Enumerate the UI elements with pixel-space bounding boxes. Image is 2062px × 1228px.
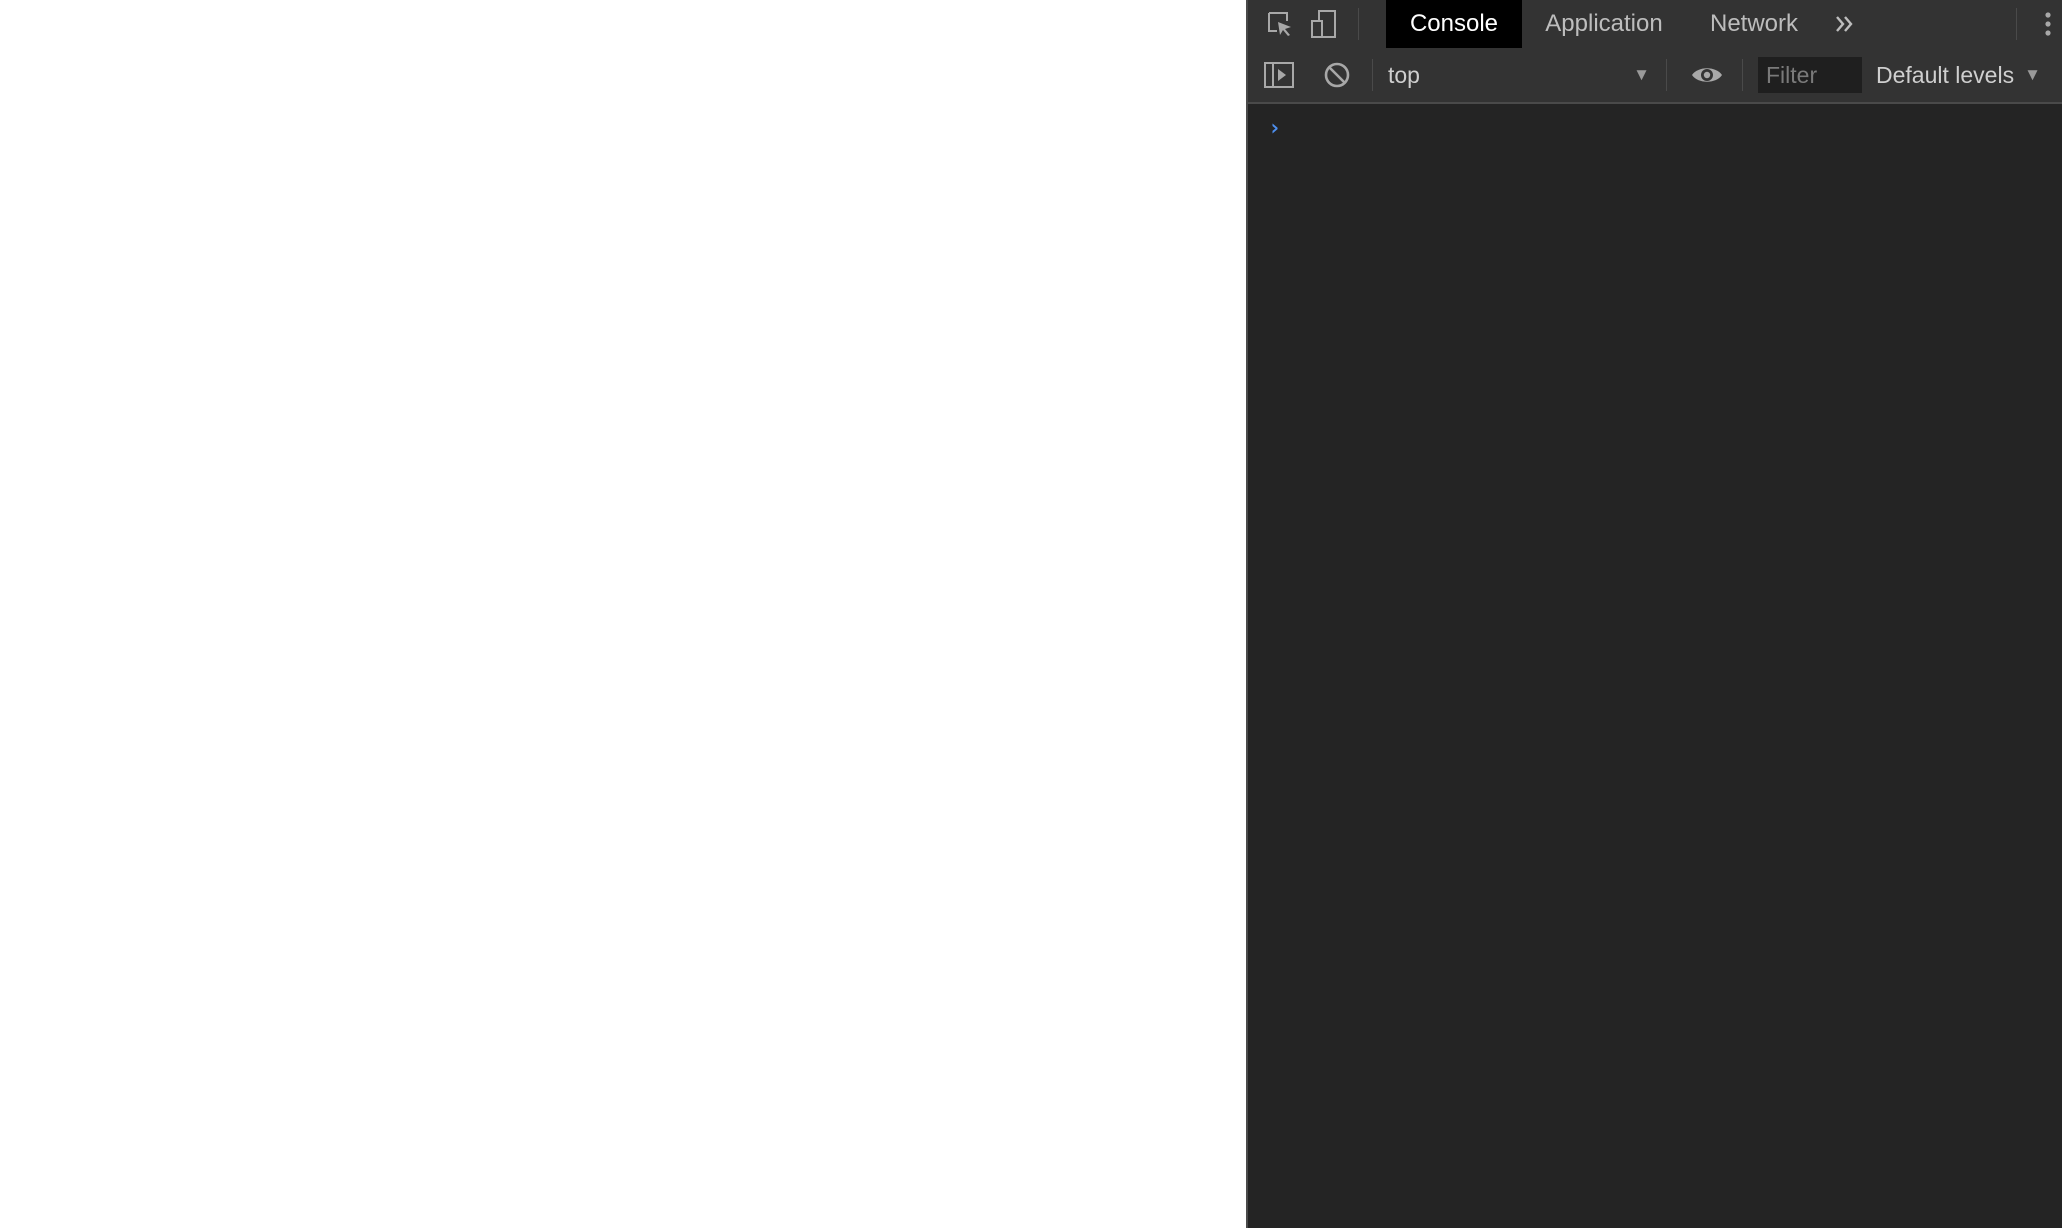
eye-icon[interactable]	[1684, 48, 1730, 102]
device-toolbar-icon[interactable]	[1302, 0, 1346, 48]
log-levels-dropdown[interactable]: Default levels ▼	[1876, 56, 2041, 94]
devtools-panel: Console Application Network top ▼ Filter…	[1246, 0, 2062, 1228]
clear-console-icon[interactable]	[1314, 48, 1360, 102]
context-select-value: top	[1388, 61, 1420, 88]
tab-application[interactable]: Application	[1522, 0, 1686, 48]
toolbar-divider	[2016, 8, 2017, 40]
console-output-area[interactable]: ›	[1248, 104, 2062, 1228]
inspect-element-icon[interactable]	[1258, 0, 1302, 48]
tab-console[interactable]: Console	[1386, 0, 1522, 48]
tab-network[interactable]: Network	[1686, 0, 1822, 48]
filter-input[interactable]	[1758, 57, 1862, 93]
toolbar-divider	[1666, 59, 1667, 91]
double-chevron-right-icon[interactable]	[1828, 0, 1862, 48]
javascript-context-select[interactable]: top ▼	[1382, 56, 1652, 94]
prompt-chevron-icon: ›	[1268, 115, 1282, 141]
show-console-sidebar-icon[interactable]	[1256, 48, 1302, 102]
toolbar-divider	[1358, 8, 1359, 40]
tab-application-label: Application	[1545, 10, 1663, 37]
console-prompt[interactable]: ›	[1248, 112, 2062, 144]
toolbar-divider	[1372, 59, 1373, 91]
dropdown-arrow-icon: ▼	[1633, 65, 1650, 84]
dropdown-arrow-icon: ▼	[2024, 65, 2041, 84]
inspected-page-viewport[interactable]	[0, 0, 1246, 1228]
devtools-main-toolbar: Console Application Network	[1248, 0, 2062, 49]
vertical-ellipsis-icon[interactable]	[2034, 0, 2062, 48]
log-levels-label: Default levels	[1876, 61, 2015, 88]
console-toolbar: top ▼ Default levels ▼	[1248, 48, 2062, 104]
tab-console-label: Console	[1409, 10, 1499, 37]
tab-network-label: Network	[1709, 10, 1799, 37]
toolbar-divider	[1742, 59, 1743, 91]
